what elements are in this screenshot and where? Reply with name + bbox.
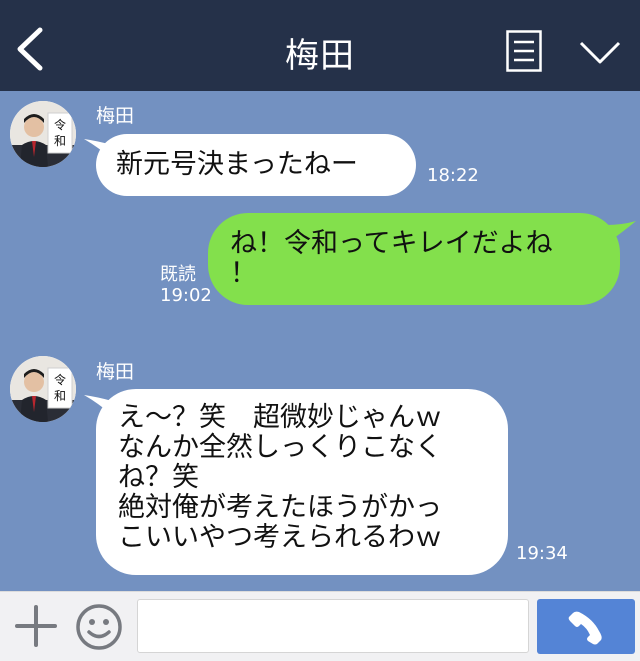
message-time: 19:02: [160, 285, 212, 306]
avatar[interactable]: 令 和: [10, 356, 76, 422]
message-time: 18:22: [427, 165, 479, 186]
avatar-image: 令 和: [10, 356, 76, 422]
avatar-card-char: 令: [54, 372, 66, 387]
avatar-card-char: 令: [54, 117, 66, 132]
chevron-down-icon[interactable]: [578, 40, 622, 66]
message-input[interactable]: [137, 599, 529, 653]
message-line: ね？笑: [118, 462, 199, 493]
call-button[interactable]: [537, 599, 635, 654]
read-receipt: 既読: [160, 264, 196, 285]
message-time: 19:34: [516, 543, 568, 564]
chat-header: 梅田: [0, 0, 640, 91]
message-line: なんか全然しっくりこなく: [118, 432, 442, 463]
sender-name: 梅田: [96, 105, 135, 127]
message-bubble-incoming[interactable]: 新元号決まったねー: [96, 134, 416, 196]
avatar[interactable]: 令 和: [10, 101, 76, 167]
input-bar: [0, 591, 640, 661]
sender-name: 梅田: [96, 361, 135, 383]
message-line: ！: [230, 258, 257, 289]
phone-icon: [568, 611, 602, 645]
message-line: ね！令和ってキレイだよね: [230, 228, 553, 259]
chat-title: 梅田: [285, 36, 355, 76]
avatar-image: 令 和: [10, 101, 76, 167]
avatar-card-char: 和: [54, 389, 66, 403]
notes-icon[interactable]: [506, 30, 542, 72]
message-bubble-outgoing[interactable]: ね！令和ってキレイだよね ！: [208, 213, 620, 305]
message-line: 絶対俺が考えたほうがかっ: [118, 492, 442, 523]
message-line: こいいやつ考えられるわｗ: [118, 522, 442, 553]
plus-icon[interactable]: [14, 604, 58, 648]
chat-area[interactable]: 令 和 梅田 新元号決まったねー 18:22 既読 19:02 ね！令和ってキレ…: [0, 91, 640, 591]
bubble-tail: [606, 221, 636, 241]
avatar-card-char: 和: [54, 134, 66, 148]
emoji-icon[interactable]: [74, 602, 124, 652]
message-line: 新元号決まったねー: [116, 149, 358, 180]
message-line: え～？笑 超微妙じゃんｗ: [118, 402, 442, 433]
message-bubble-incoming[interactable]: え～？笑 超微妙じゃんｗ なんか全然しっくりこなく ね？笑 絶対俺が考えたほうが…: [96, 389, 508, 575]
